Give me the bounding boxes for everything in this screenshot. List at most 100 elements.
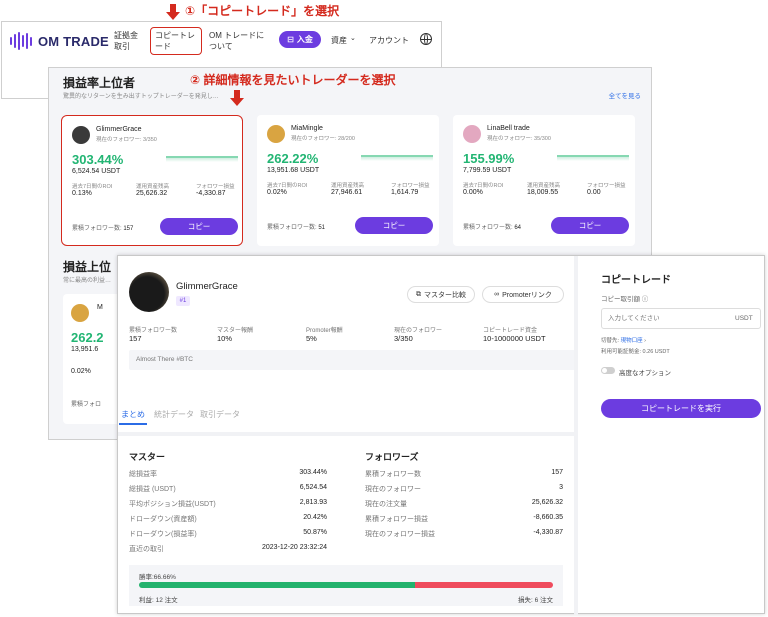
copy-button[interactable]: コピー (160, 218, 238, 235)
stat-label: フォロワー損益 (587, 183, 626, 189)
link-icon: ∞ (494, 291, 500, 298)
trader-card[interactable]: LinaBell trade 現在のフォロワー: 35/300 155.99% … (453, 115, 635, 246)
tab-trade-data[interactable]: 取引データ (200, 409, 240, 420)
row-value: 157 (551, 469, 563, 476)
stat-label: コピートレード資金 (483, 328, 538, 334)
row-value: 3 (559, 484, 563, 491)
trader-name: LinaBell trade (487, 125, 530, 132)
master-compare-label: マスター比較 (424, 291, 466, 299)
trader-name: M (97, 304, 103, 311)
stat-value: 25,626.32 (136, 190, 168, 197)
followers-row: 現在の注文量 25,626.32 (365, 499, 563, 509)
stat-label: 過去7日間のROI (72, 184, 113, 190)
avatar (71, 304, 89, 322)
stat-value: -4,330.87 (196, 190, 226, 197)
row-value: 25,626.32 (531, 499, 563, 506)
stat-label: Promoter報酬 (306, 328, 343, 334)
win-bar-fill (139, 582, 415, 588)
tab-statistics[interactable]: 統計データ (154, 409, 194, 420)
copy-trade-title: コピートレード (601, 275, 671, 286)
copy-amount-label: コピー取引額 ⓘ (601, 296, 649, 303)
stat-label: 過去7日間のROI (463, 183, 504, 189)
trader-card[interactable]: MiaMingle 現在のフォロワー: 28/200 262.22% 13,95… (257, 115, 439, 246)
followers-section-title: フォロワーズ (365, 452, 419, 462)
stat-value: 3/350 (394, 334, 413, 343)
nav-account[interactable]: アカウント (369, 35, 409, 46)
stat-label: マスター報酬 (217, 328, 254, 334)
divider (574, 256, 578, 615)
win-rate-label: 勝率:66.66% (139, 574, 176, 581)
master-row: 総損益率 303.44% (129, 469, 327, 479)
row-value: 6,524.54 (299, 484, 327, 491)
row-label: 総損益 (USDT) (129, 486, 176, 493)
currency-unit: USDT (735, 315, 753, 322)
total-followers-label: 累積フォロ (71, 402, 102, 408)
compare-icon: ⧉ (416, 290, 421, 298)
stat-value: 27,946.61 (331, 189, 363, 196)
row-value: 50.87% (303, 529, 327, 536)
stat-value: 0.02% (267, 189, 287, 196)
stat-label: フォロワー損益 (391, 183, 430, 189)
master-compare-button[interactable]: ⧉ マスター比較 (407, 286, 475, 303)
account-selector[interactable]: 切替先: 現物口座 › (601, 336, 646, 344)
advanced-options-toggle[interactable] (601, 367, 615, 374)
available-balance: 利用可能証拠金: 0.26 USDT (601, 349, 670, 355)
nav-margin-trading[interactable]: 証拠金取引 (114, 30, 144, 52)
trader-card[interactable]: GlimmerGrace 現在のフォロワー: 3/350 303.44% 6,5… (61, 115, 243, 246)
wallet-icon: ⊟ (287, 35, 294, 44)
see-all-link[interactable]: 全てを見る (609, 90, 641, 100)
master-row: ドローダウン(損益率) 50.87% (129, 529, 327, 539)
deposit-button[interactable]: ⊟ 入金 (279, 31, 321, 48)
nav-about[interactable]: OM トレードについて (209, 30, 269, 52)
stat-value: 0.13% (72, 190, 92, 197)
row-label: 現在のフォロワー (365, 486, 421, 493)
row-label: ドローダウン(資産額) (129, 516, 197, 523)
row-value: -8,660.35 (533, 514, 563, 521)
execute-copy-trade-button[interactable]: コピートレードを実行 (601, 399, 761, 418)
section-subtitle-2: 常に最高の利益… (63, 278, 112, 284)
stat-label: フォロワー損益 (196, 184, 235, 190)
stat-label: 累積フォロワー数 (129, 328, 178, 334)
chevron-down-icon: › (644, 338, 646, 344)
section-title-2: 損益上位 (63, 260, 112, 274)
tab-summary[interactable]: まとめ (121, 409, 145, 420)
total-followers-value: 157 (123, 226, 134, 232)
loss-orders: 損失: 6 注文 (517, 597, 553, 604)
avatar (463, 125, 481, 143)
trader-name: GlimmerGrace (176, 281, 238, 292)
promoter-link-button[interactable]: ∞ Promoterリンク (482, 286, 564, 303)
win-rate-box: 勝率:66.66% 利益: 12 注文 損失: 6 注文 (129, 565, 563, 606)
total-followers: 累積フォロワー数: 51 (267, 222, 325, 231)
avatar (267, 125, 285, 143)
trader-pnl: 13,951.6 (71, 346, 99, 353)
avatar (129, 272, 169, 312)
globe-icon[interactable] (420, 33, 432, 45)
step1-annotation: ①「コピートレード」を選択 (185, 4, 340, 18)
nav-assets[interactable]: 資産 (331, 35, 347, 46)
row-label: 直近の取引 (129, 546, 164, 553)
trader-name: MiaMingle (291, 125, 323, 132)
trader-pnl: 7,799.59 USDT (463, 167, 512, 174)
copy-button[interactable]: コピー (551, 217, 629, 234)
copy-button[interactable]: コピー (355, 217, 433, 234)
account-prefix: 切替先: (601, 338, 620, 344)
nav-copy-trade[interactable]: コピートレード (155, 30, 201, 52)
row-label: 平均ポジション損益(USDT) (129, 501, 216, 508)
loss-bar-fill (414, 582, 553, 588)
account-name: 現物口座 (620, 338, 643, 344)
section-subtitle: 驚異的なリターンを生み出すトップトレーダーを発見し… (63, 94, 219, 100)
section-title: 損益率上位者 (63, 76, 136, 90)
profit-orders: 利益: 12 注文 (139, 597, 178, 604)
trader-pnl: 13,951.68 USDT (267, 167, 320, 174)
trader-detail-window: GlimmerGrace #1 ⧉ マスター比較 ∞ Promoterリンク 累積フ… (117, 255, 765, 615)
step2-arrow-icon (230, 90, 244, 106)
row-label: 現在の注文量 (365, 501, 407, 508)
roi-sparkline (557, 155, 629, 161)
active-tab-indicator (119, 423, 147, 425)
logo[interactable]: OM TRADE (10, 32, 109, 50)
promoter-link-label: Promoterリンク (502, 291, 552, 299)
followers-row: 累積フォロワー損益 -8,660.35 (365, 514, 563, 524)
logo-icon (10, 32, 32, 50)
trader-followers: 現在のフォロワー: 3/350 (96, 137, 157, 143)
stat-value: 5% (306, 334, 317, 343)
